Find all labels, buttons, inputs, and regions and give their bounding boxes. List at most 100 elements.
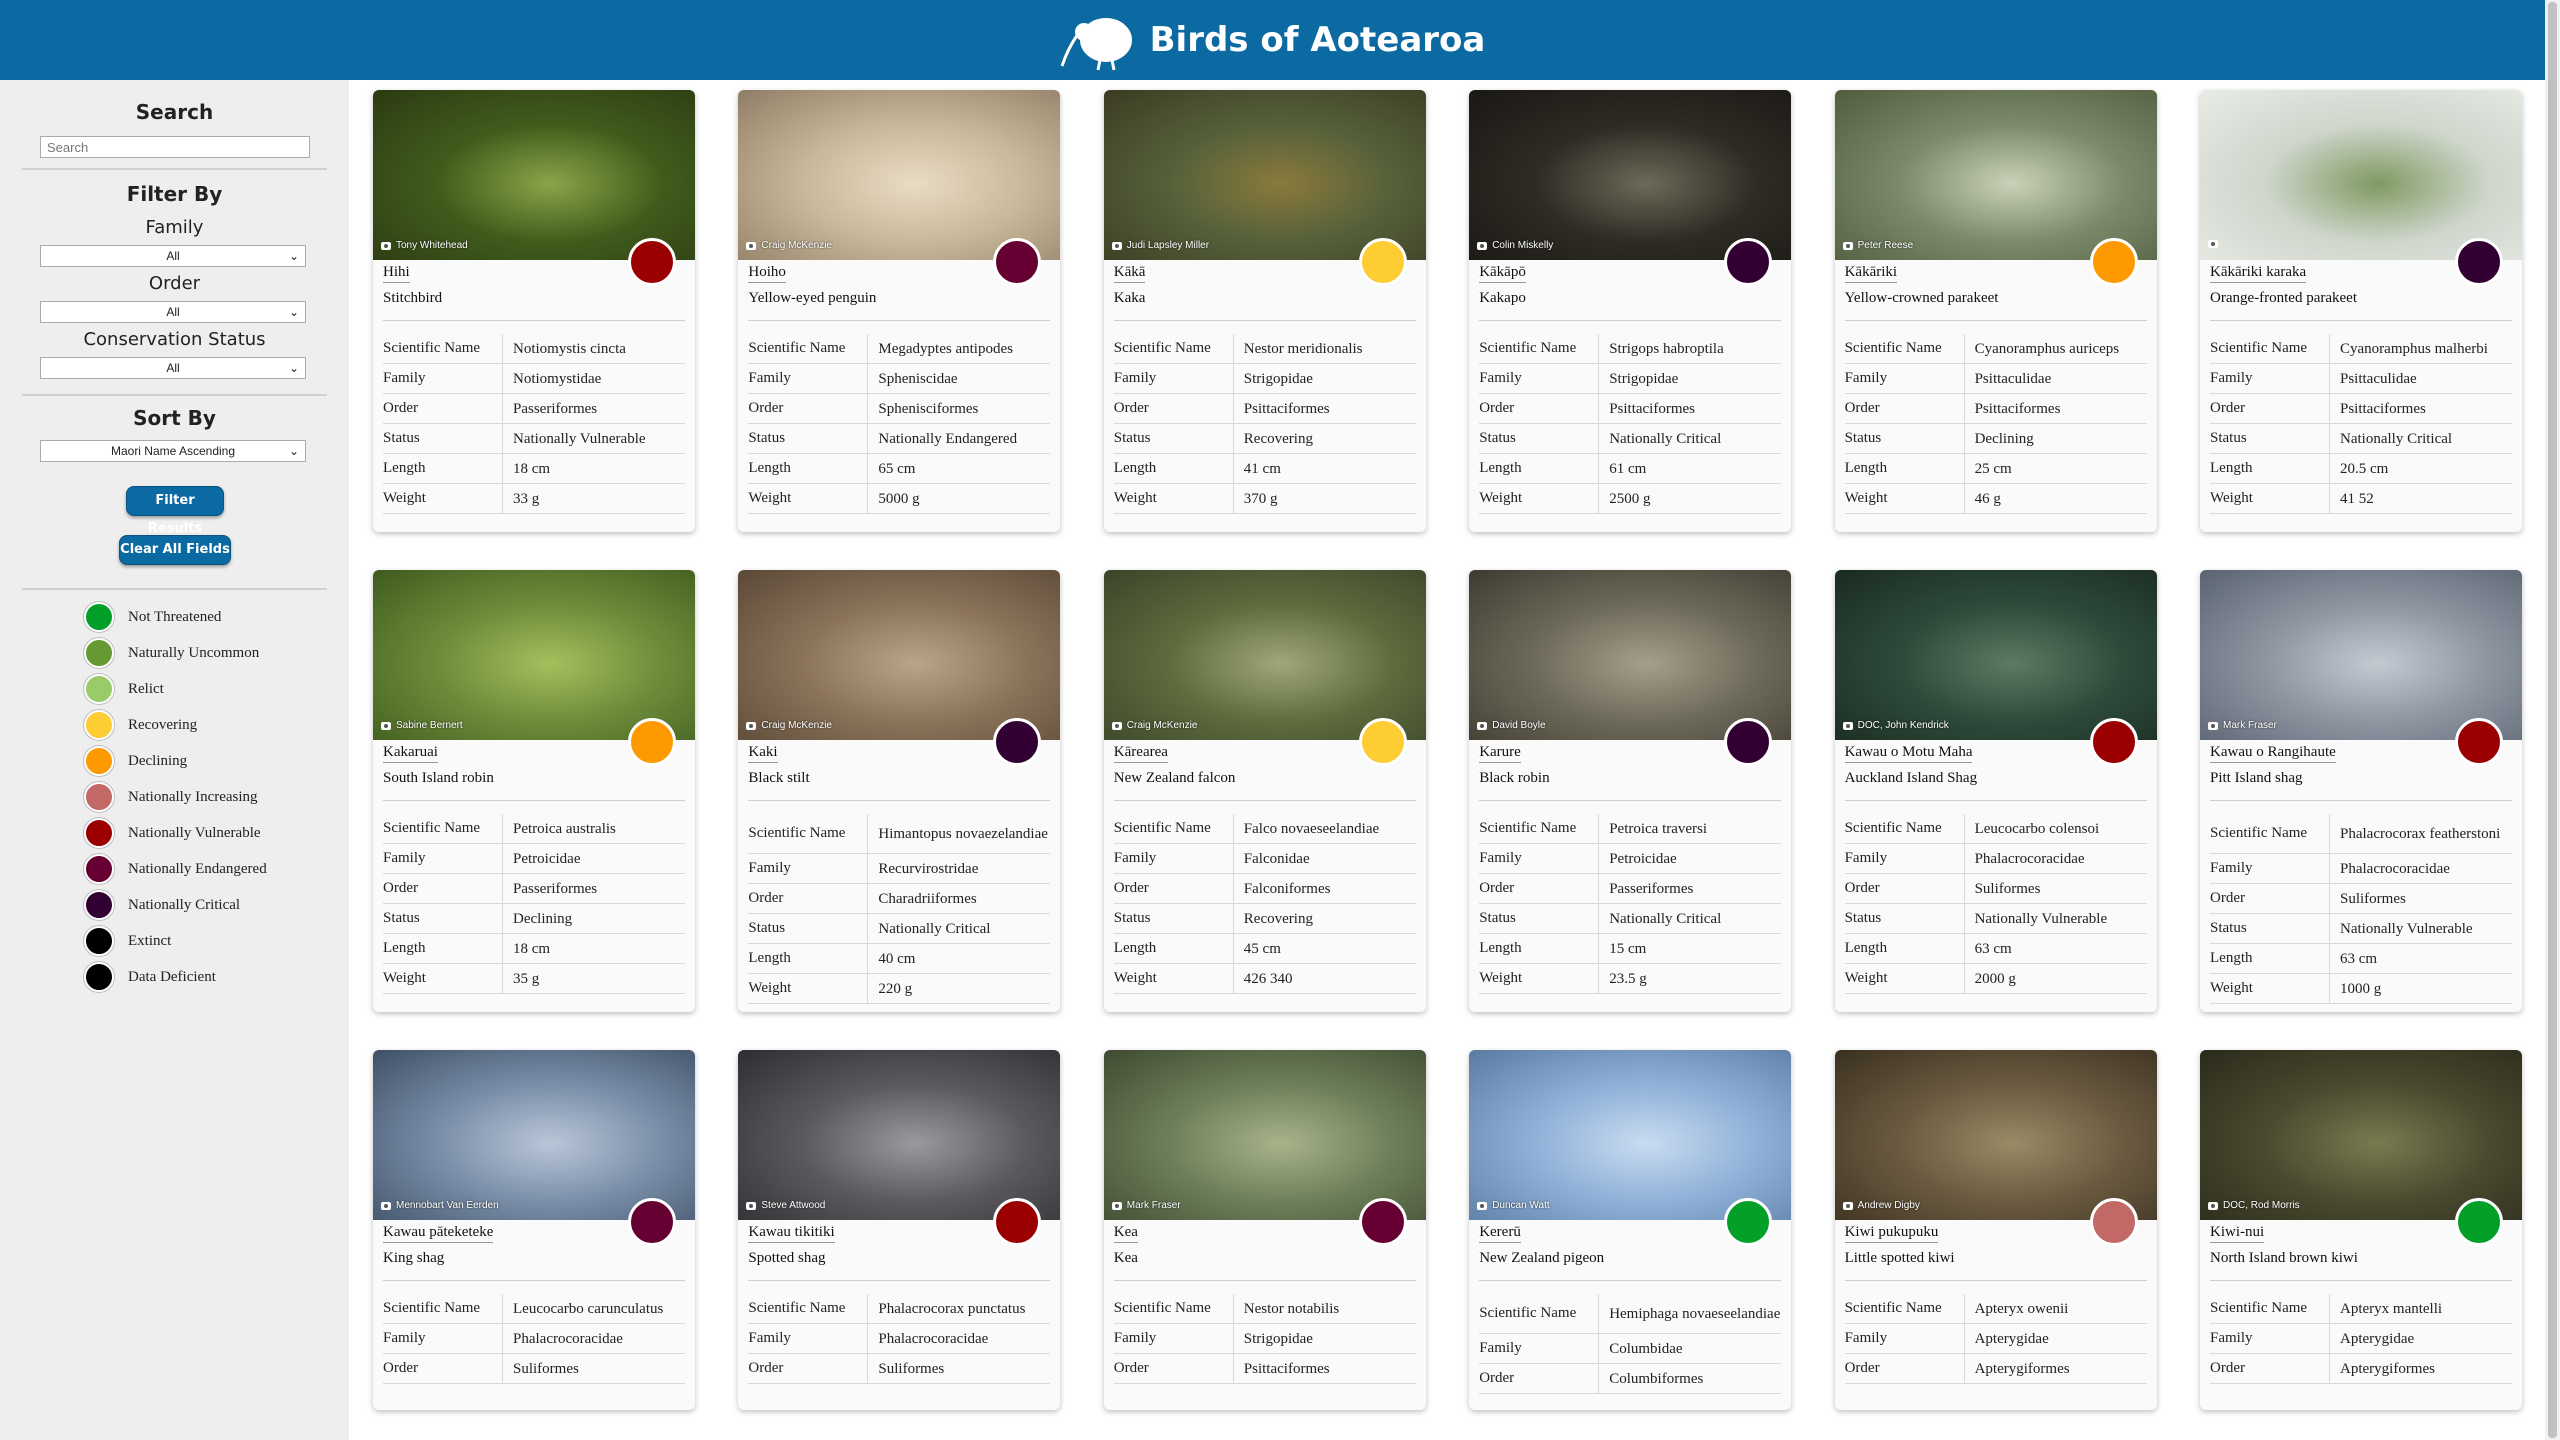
field-row-status: Status Nationally Endangered [748,424,1051,454]
bird-photo [2200,90,2522,260]
bird-card[interactable]: Mark Fraser Kea Kea Scientific Name Nestor n… [1103,1050,1426,1410]
legend-item: Recovering [84,710,197,740]
card-divider [2210,1280,2512,1281]
field-value: Phalacrocoracidae [878,1330,989,1347]
camera-icon [1111,1201,1122,1210]
field-row-length: Length 45 cm [1113,934,1416,964]
order-select[interactable]: All ⌄ [40,301,306,323]
field-row-order: Order Suliformes [748,1354,1051,1384]
field-row-family: Family Falconidae [1113,844,1416,874]
photo-credit: Mark Fraser [1111,1200,1181,1211]
legend-item: Declining [84,746,187,776]
legend-label: Nationally Vulnerable [128,824,261,841]
bird-card[interactable]: Craig McKenzie Hoiho Yellow-eyed penguin Sc… [738,90,1061,532]
legend-label: Data Deficient [128,968,216,985]
bird-card[interactable]: Mark Fraser Kawau o Rangihaute Pitt Island… [2200,570,2522,1012]
family-select[interactable]: All ⌄ [40,245,306,267]
bird-card[interactable]: Craig McKenzie Kaki Black stilt Scientific … [738,570,1061,1012]
scrollbar-thumb[interactable] [2548,2,2557,1438]
bird-photo [1103,90,1426,260]
bird-photo [1103,570,1426,740]
field-row-order: Order Psittaciformes [2210,394,2512,424]
field-row-order: Order Psittaciformes [1113,394,1416,424]
field-label: Length [748,944,869,973]
photo-credit-text: DOC, John Kendrick [1857,720,1949,731]
english-name: Black stilt [748,770,810,786]
field-row-scientific: Scientific Name Falco novaeseelandiae [1113,814,1416,844]
card-divider [2210,800,2512,801]
bird-card[interactable]: Mennobart Van Eerden Kawau pāteketeke King… [373,1050,695,1410]
maori-name: Kererū [1479,1224,1521,1243]
field-row-order: Order Apterygiformes [2210,1354,2512,1384]
status-dot [1724,718,1773,766]
camera-icon [1477,721,1488,730]
field-row-family: Family Notiomystidae [383,364,685,394]
field-value: Declining [1974,430,2034,447]
field-label: Family [748,364,869,393]
bird-card[interactable]: DOC, John Kendrick Kawau o Motu Maha Auckl… [1834,570,2157,1012]
bird-card[interactable]: Colin Miskelly Kākāpō Kakapo Scientific Nam… [1469,90,1792,532]
filter-results-button[interactable]: Filter Results [126,486,224,536]
legend-item: Nationally Endangered [84,854,267,884]
status-select[interactable]: All ⌄ [40,357,306,379]
field-label: Order [748,884,869,913]
field-row-status: Status Declining [1844,424,2147,454]
bird-card[interactable]: Tony Whitehead Hihi Stitchbird Scientific N… [373,90,695,532]
field-label: Order [383,394,503,423]
field-row-length: Length 61 cm [1479,454,1782,484]
field-value: Apterygiformes [2340,1360,2435,1377]
field-value: 65 cm [878,460,916,477]
field-row-status: Status Nationally Critical [748,914,1051,944]
card-divider [1113,320,1416,321]
bird-photo [1834,90,2157,260]
clear-all-button[interactable]: Clear All Fields [119,535,231,565]
field-value: Suliformes [513,1360,579,1377]
bird-card[interactable]: Sabine Bernert Kakaruai South Island robin… [373,570,695,1012]
bird-photo [1103,1050,1426,1220]
photo-credit-text: Mennobart Van Eerden [396,1200,499,1211]
field-value: Recurvirostridae [878,860,979,877]
camera-icon [1842,1201,1853,1210]
camera-icon [746,241,757,250]
field-label: Scientific Name [1114,1294,1234,1323]
legend-label: Nationally Increasing [128,788,258,805]
status-dot [2455,718,2503,766]
field-value: Nationally Endangered [878,430,1018,447]
search-input[interactable] [40,136,310,158]
camera-icon [2208,240,2218,248]
bird-card[interactable]: David Boyle Karure Black robin Scientific N… [1469,570,1792,1012]
field-row-order: Order Psittaciformes [1113,1354,1416,1384]
bird-card[interactable]: Peter Reese Kākāriki Yellow-crowned parake… [1834,90,2157,532]
photo-credit: Craig McKenzie [1111,720,1197,731]
bird-card[interactable]: DOC, Rod Morris Kiwi-nui North Island brow… [2200,1050,2522,1410]
english-name: Stitchbird [383,290,443,306]
photo-credit: Steve Attwood [746,1200,825,1211]
bird-card[interactable]: Craig McKenzie Kārearea New Zealand falcon… [1103,570,1426,1012]
field-label: Family [1845,1324,1965,1353]
field-row-family: Family Apterygidae [1844,1324,2147,1354]
field-row-weight: Weight 23.5 g [1479,964,1782,994]
bird-card[interactable]: Duncan Watt Kererū New Zealand pigeon Scien… [1469,1050,1792,1410]
photo-credit-text: Judi Lapsley Miller [1126,240,1210,251]
bird-card[interactable]: Andrew Digby Kiwi pukupuku Little spotted … [1834,1050,2157,1410]
bird-card[interactable]: Steve Attwood Kawau tikitiki Spotted shag S… [738,1050,1061,1410]
photo-credit: Tony Whitehead [381,240,468,251]
camera-icon [381,241,391,250]
field-label: Order [383,1354,503,1383]
chevron-down-icon: ⌄ [288,249,299,263]
photo-credit-text: Craig McKenzie [761,720,832,731]
field-label: Length [2210,944,2330,973]
vertical-scrollbar[interactable] [2545,0,2560,1440]
field-row-weight: Weight 35 g [383,964,685,994]
bird-card[interactable]: Judi Lapsley Miller Kākā Kaka Scientific Na… [1103,90,1426,532]
field-label: Family [1845,364,1965,393]
bird-card[interactable]: Kākāriki karaka Orange-fronted parakeet Sc… [2200,90,2522,532]
maori-name: Hoiho [748,264,786,283]
sort-select[interactable]: Maori Name Ascending ⌄ [40,440,306,462]
field-row-status: Status Recovering [1113,904,1416,934]
field-value: Falconiformes [1243,880,1331,897]
field-value: Strigopidae [1609,370,1679,387]
field-value: 220 g [878,980,913,997]
photo-credit-text: Tony Whitehead [396,240,468,251]
site-header: Birds of Aotearoa [0,0,2545,80]
